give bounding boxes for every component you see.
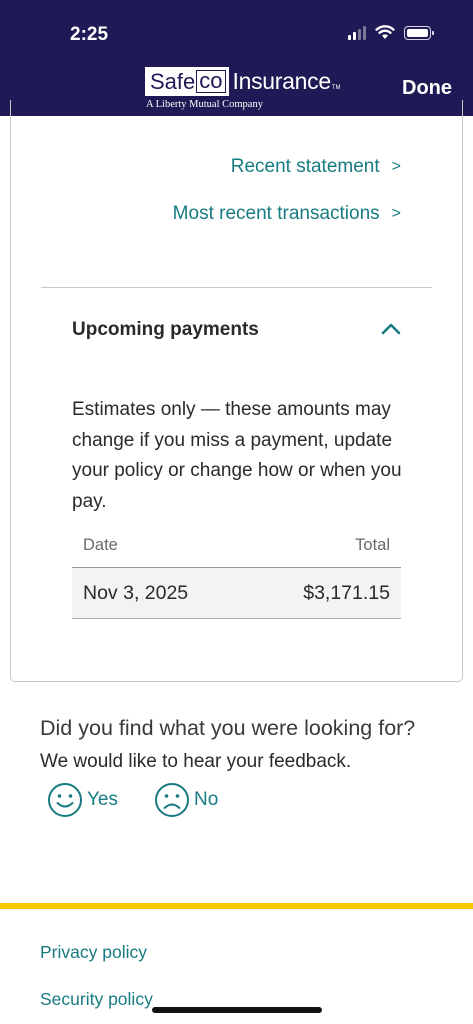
- no-label: No: [194, 789, 219, 810]
- feedback-no-button[interactable]: No: [154, 782, 218, 818]
- wifi-icon: [375, 25, 395, 39]
- payment-total: $3,171.15: [303, 582, 390, 604]
- status-icons: [348, 25, 434, 40]
- yes-label: Yes: [87, 789, 118, 810]
- app-header: 2:25 Safe co Insurance TM A Liberty Mutua…: [0, 0, 473, 116]
- upcoming-payments-table: Date Total Nov 3, 2025 $3,171.15: [72, 528, 401, 619]
- footer-divider-bar: [0, 903, 473, 909]
- divider: [41, 287, 432, 288]
- upcoming-payments-title[interactable]: Upcoming payments: [72, 319, 259, 341]
- feedback-question: Did you find what you were looking for?: [40, 716, 416, 740]
- date-column-header: Date: [83, 536, 118, 554]
- total-column-header: Total: [355, 536, 390, 554]
- feedback-yes-button[interactable]: Yes: [47, 782, 118, 818]
- feedback-prompt: We would like to hear your feedback.: [40, 751, 352, 772]
- recent-transactions-link[interactable]: Most recent transactions >: [173, 203, 401, 225]
- estimate-note: Estimates only — these amounts may chang…: [72, 399, 402, 512]
- table-header: Date Total: [72, 528, 401, 568]
- smile-icon: [48, 783, 82, 817]
- frown-icon: [155, 783, 189, 817]
- chevron-right-icon: >: [391, 205, 401, 222]
- privacy-policy-link[interactable]: Privacy policy: [40, 942, 147, 963]
- signal-icon: [348, 25, 366, 40]
- payment-date: Nov 3, 2025: [83, 582, 189, 604]
- recent-statement-link[interactable]: Recent statement >: [231, 156, 401, 178]
- battery-icon: [404, 25, 434, 40]
- table-row: Nov 3, 2025 $3,171.15: [72, 568, 401, 619]
- chevron-up-icon[interactable]: [381, 322, 401, 336]
- done-button[interactable]: Done: [402, 77, 452, 100]
- status-time: 2:25: [70, 24, 109, 45]
- security-policy-link[interactable]: Security policy: [40, 989, 153, 1010]
- chevron-right-icon: >: [391, 158, 401, 175]
- home-indicator[interactable]: [152, 1007, 322, 1013]
